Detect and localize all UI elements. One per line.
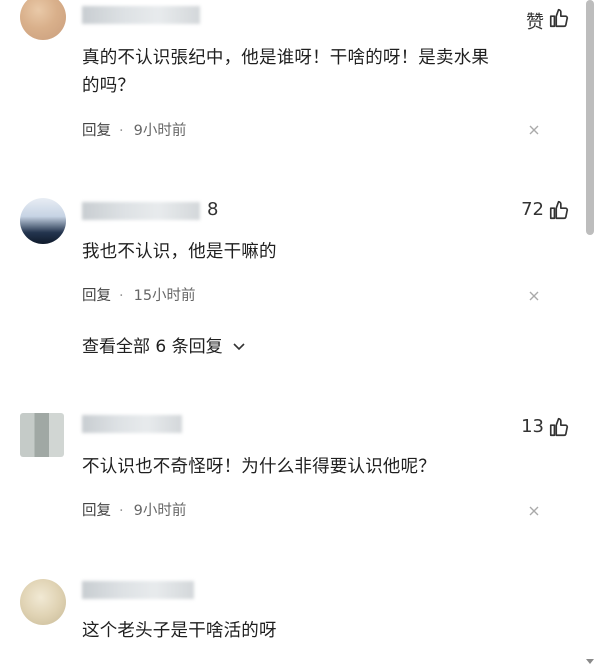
timestamp: 9小时前	[133, 123, 187, 139]
avatar[interactable]	[20, 198, 66, 244]
avatar[interactable]	[20, 579, 66, 625]
comment-meta: 回复 · 9小时前	[82, 503, 187, 519]
chevron-down-icon	[233, 343, 245, 351]
like-count: 赞	[526, 12, 544, 33]
scrollbar-thumb[interactable]	[586, 0, 594, 235]
timestamp: 15小时前	[133, 288, 196, 304]
comment-text: 真的不认识張纪中，他是谁呀！干啥的呀！是卖水果 的吗？	[82, 48, 490, 96]
like-count: 13	[521, 416, 544, 437]
username-blurred[interactable]	[82, 202, 200, 220]
username-blurred[interactable]	[82, 415, 182, 433]
close-icon[interactable]	[528, 505, 540, 517]
reply-button[interactable]: 回复	[82, 503, 111, 519]
close-icon[interactable]	[528, 124, 540, 136]
view-all-replies-link[interactable]: 查看全部 6 条回复	[82, 332, 246, 357]
thumbs-up-icon[interactable]	[548, 199, 570, 221]
username-suffix: 8	[207, 199, 219, 220]
avatar[interactable]	[20, 413, 64, 457]
comment-text: 不认识也不奇怪呀！为什么非得要认识他呢？	[82, 457, 436, 477]
comment-text: 这个老头子是干啥活的呀	[82, 621, 277, 641]
reply-button[interactable]: 回复	[82, 288, 111, 304]
avatar[interactable]	[20, 0, 66, 40]
username-blurred[interactable]	[82, 6, 200, 24]
scroll-down-arrow-icon[interactable]	[586, 659, 594, 664]
thumbs-up-icon[interactable]	[548, 7, 570, 29]
thumbs-up-icon[interactable]	[548, 416, 570, 438]
close-icon[interactable]	[528, 290, 540, 302]
reply-button[interactable]: 回复	[82, 123, 111, 139]
timestamp: 9小时前	[133, 503, 187, 519]
comment-meta: 回复 · 15小时前	[82, 288, 196, 304]
like-count: 72	[521, 199, 544, 220]
comment-meta: 回复 · 9小时前	[82, 123, 187, 139]
username-blurred[interactable]	[82, 581, 194, 599]
comment-text: 我也不认识，他是干嘛的	[82, 242, 277, 262]
